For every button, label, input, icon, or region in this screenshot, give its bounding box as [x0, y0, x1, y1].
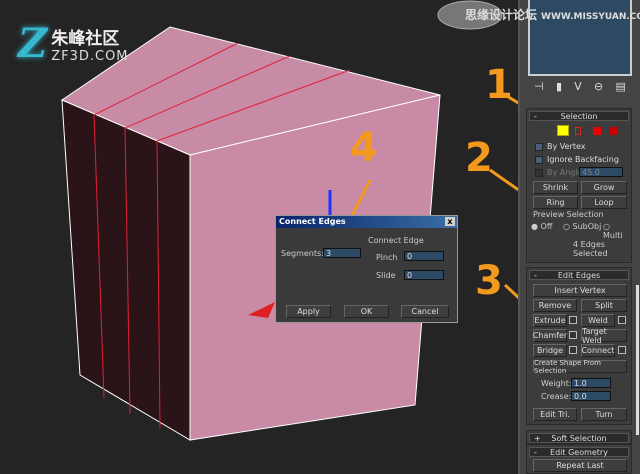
chamfer-button[interactable]: Chamfer — [533, 329, 567, 342]
shrink-button[interactable]: Shrink — [533, 181, 578, 194]
annotation-3: 3 — [475, 258, 503, 304]
watermark: 思缘设计论坛WWW.MISSYUAN.COM — [465, 6, 640, 23]
show-result-icon[interactable]: ▮ — [556, 80, 562, 93]
logo: Z 朱峰社区 ZF3D.COM — [18, 20, 129, 67]
ok-button[interactable]: OK — [344, 305, 389, 318]
by-angle-checkbox[interactable]: By Angle: — [535, 168, 585, 177]
angle-input[interactable]: 45.0 — [579, 167, 623, 177]
pinch-label: Pinch — [376, 253, 398, 262]
connect-edges-dialog: Connect Edges x Connect Edge Segments: 3 … — [275, 215, 458, 323]
annotation-4: 4 — [350, 125, 378, 171]
remove-button[interactable]: Remove — [533, 299, 577, 312]
split-button[interactable]: Split — [581, 299, 627, 312]
dialog-titlebar: Connect Edges x — [276, 216, 457, 228]
extrude-button[interactable]: Extrude — [533, 314, 567, 327]
create-shape-button[interactable]: Create Shape From Selection — [533, 359, 627, 375]
edit-geometry-header[interactable]: - Edit Geometry — [529, 447, 629, 457]
logo-mark: Z — [18, 20, 48, 67]
segments-label: Segments: — [281, 249, 324, 258]
selection-status: 4 Edges Selected — [573, 240, 608, 258]
edit-geometry-rollout: - Edit Geometry Repeat Last — [526, 444, 632, 474]
preview-subobj-radio[interactable]: ○ SubObj — [563, 222, 601, 231]
selection-rollout: - Selection By Vertex Ignore Backfacing B… — [526, 108, 632, 263]
turn-button[interactable]: Turn — [581, 408, 627, 421]
apply-button[interactable]: Apply — [286, 305, 331, 318]
edit-edges-rollout: - Edit Edges Insert Vertex Remove Split E… — [526, 267, 632, 425]
weight-label: Weight: — [541, 379, 572, 388]
box-left-face — [61, 99, 191, 441]
annotation-1: 1 — [485, 62, 513, 108]
soft-selection-header[interactable]: + Soft Selection — [529, 433, 629, 443]
preview-off-radio[interactable]: ● Off — [531, 222, 552, 231]
repeat-last-button[interactable]: Repeat Last — [533, 459, 627, 472]
annotation-2: 2 — [465, 135, 493, 181]
crease-input[interactable]: 0.0 — [571, 391, 611, 401]
chamfer-settings-button[interactable] — [569, 331, 577, 339]
stack-toolbar: ⊣ ▮ V ⊖ ▤ — [528, 80, 632, 93]
logo-en: ZF3D.COM — [51, 48, 129, 64]
dialog-title: Connect Edges — [279, 217, 346, 226]
remove-modifier-icon[interactable]: ⊖ — [594, 80, 603, 93]
preview-selection-label: Preview Selection — [533, 210, 604, 219]
close-button[interactable]: x — [445, 217, 455, 226]
weight-input[interactable]: 1.0 — [571, 378, 611, 388]
ring-button[interactable]: Ring — [533, 196, 578, 209]
connect-button[interactable]: Connect — [581, 344, 615, 357]
unique-icon[interactable]: V — [574, 80, 582, 93]
ignore-backfacing-checkbox[interactable]: Ignore Backfacing — [535, 155, 619, 164]
selection-header[interactable]: - Selection — [529, 111, 629, 121]
grow-button[interactable]: Grow — [581, 181, 627, 194]
logo-cn: 朱峰社区 — [51, 28, 120, 49]
configure-icon[interactable]: ▤ — [615, 80, 625, 93]
segments-input[interactable]: 3 — [323, 248, 361, 258]
watermark-en: WWW.MISSYUAN.COM — [541, 12, 640, 22]
pinch-input[interactable]: 0 — [404, 251, 444, 261]
edge-mode-icon[interactable] — [557, 125, 569, 136]
extrude-settings-button[interactable] — [569, 316, 577, 324]
slide-label: Slide — [376, 271, 396, 280]
element-mode-icon[interactable] — [609, 127, 617, 135]
insert-vertex-button[interactable]: Insert Vertex — [533, 284, 627, 297]
command-panel: ⊣ ▮ V ⊖ ▤ - Selection By Vertex Ignore Backfa… — [518, 0, 640, 474]
loop-button[interactable]: Loop — [581, 196, 627, 209]
pin-icon[interactable]: ⊣ — [534, 80, 544, 93]
bridge-button[interactable]: Bridge — [533, 344, 567, 357]
slide-input[interactable]: 0 — [404, 270, 444, 280]
group-label: Connect Edge — [368, 236, 424, 245]
cancel-button[interactable]: Cancel — [401, 305, 449, 318]
preview-multi-radio[interactable]: ○ Multi — [603, 222, 631, 240]
weld-settings-button[interactable] — [618, 316, 626, 324]
polygon-mode-icon[interactable] — [593, 127, 601, 135]
connect-settings-button[interactable] — [618, 346, 626, 354]
by-vertex-checkbox[interactable]: By Vertex — [535, 142, 585, 151]
soft-selection-rollout: + Soft Selection — [526, 430, 632, 444]
watermark-cn: 思缘设计论坛 — [465, 8, 538, 22]
bridge-settings-button[interactable] — [569, 346, 577, 354]
edit-edges-header[interactable]: - Edit Edges — [529, 270, 629, 280]
weld-button[interactable]: Weld — [581, 314, 615, 327]
target-weld-button[interactable]: Target Weld — [581, 327, 627, 345]
edit-tri-button[interactable]: Edit Tri. — [533, 408, 577, 421]
crease-label: Crease: — [541, 392, 572, 401]
border-mode-icon[interactable] — [575, 127, 581, 135]
panel-scrollbar[interactable] — [636, 285, 639, 435]
